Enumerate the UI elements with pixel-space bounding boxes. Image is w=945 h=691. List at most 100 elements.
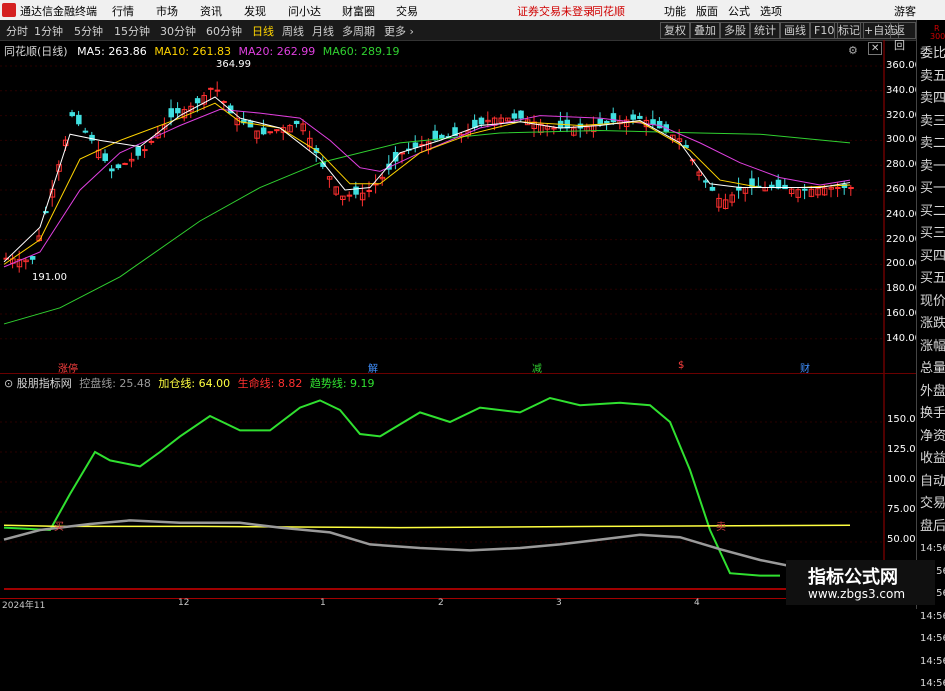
period-30min[interactable]: 30分钟 <box>160 23 196 39</box>
period-monthly[interactable]: 月线 <box>312 23 334 39</box>
side-panel-item[interactable]: 涨幅 <box>920 339 945 354</box>
side-panel-item[interactable]: 买二 <box>920 204 945 219</box>
tool-adjust[interactable]: 复权 <box>660 22 690 39</box>
menu-wealth[interactable]: 财富圈 <box>342 3 375 19</box>
ma5-legend: MA5: 263.86 <box>77 45 147 58</box>
life-line-name: 生命线 <box>237 377 271 390</box>
menu-discover[interactable]: 发现 <box>244 3 266 19</box>
ma20-name: MA20 <box>238 45 270 58</box>
candle-body <box>168 108 174 118</box>
menu-function[interactable]: 功能 <box>664 3 686 19</box>
menu-market[interactable]: 市场 <box>156 3 178 19</box>
menu-news[interactable]: 资讯 <box>200 3 222 19</box>
side-panel-item[interactable]: 交易 <box>920 496 945 511</box>
sell-marker: 卖 <box>716 522 726 533</box>
side-panel-item[interactable]: 14:56 <box>920 654 945 669</box>
side-panel-item[interactable]: 买四 <box>920 249 945 264</box>
indicator-chart[interactable]: ⊙ 股朋指标网 控盘线: 25.48 加仓线: 64.00 生命线: 8.82 … <box>0 373 922 599</box>
menu-ask[interactable]: 问小达 <box>288 3 321 19</box>
period-15min[interactable]: 15分钟 <box>114 23 150 39</box>
watermark: 指标公式网 www.zbgs3.com <box>786 560 935 605</box>
kline-svg <box>0 40 885 373</box>
side-panel-item[interactable]: 14:56 <box>920 676 945 691</box>
side-panel-item[interactable]: 卖四 <box>920 91 945 106</box>
settings-gear-icon[interactable]: ⚙ <box>848 44 858 57</box>
period-multi[interactable]: 多周期 <box>342 23 375 39</box>
side-panel-item[interactable]: 14:56 <box>920 609 945 624</box>
candle-body <box>709 186 716 191</box>
user-guest[interactable]: 游客 <box>894 3 916 19</box>
tool-statistics[interactable]: 统计 <box>750 22 780 39</box>
candle-body <box>775 179 782 189</box>
menu-formula[interactable]: 公式 <box>728 3 750 19</box>
candle-body <box>610 113 617 123</box>
side-panel-item[interactable]: 净资 <box>920 429 945 444</box>
side-panel-item[interactable]: 收益 <box>920 451 945 466</box>
side-panel-item[interactable]: 自动 <box>920 474 945 489</box>
close-icon[interactable]: ✕ <box>868 42 883 55</box>
side-panel-item[interactable]: 现价 <box>920 294 945 309</box>
ma10-legend: MA10: 261.83 <box>154 45 232 58</box>
app-name: 通达信金融终端 <box>20 5 97 18</box>
side-panel-item[interactable]: 买五 <box>920 271 945 286</box>
indicator-toggle-icon[interactable]: ⊙ <box>4 377 13 390</box>
side-panel-item[interactable]: 14:56 <box>920 631 945 646</box>
menu-layout[interactable]: 版面 <box>696 3 718 19</box>
title-bar: 通达信金融终端 行情 市场 资讯 发现 问小达 财富圈 交易 证券交易未登录 同… <box>0 0 945 20</box>
kline-chart[interactable]: 同花顺(日线) MA5: 263.86 MA10: 261.83 MA20: 2… <box>0 40 921 375</box>
life-line-legend: 生命线: 8.82 <box>237 377 303 390</box>
candle-body <box>511 113 518 119</box>
side-panel-item[interactable]: 委比 <box>920 46 945 61</box>
time-tick: 4 <box>694 598 700 608</box>
period-more[interactable]: 更多 › <box>384 23 414 39</box>
menu-trade[interactable]: 交易 <box>396 3 418 19</box>
tool-draw[interactable]: 画线 <box>780 22 810 39</box>
period-weekly[interactable]: 周线 <box>282 23 304 39</box>
tool-overlay[interactable]: 叠加 <box>690 22 720 39</box>
period-5min[interactable]: 5分钟 <box>74 23 103 39</box>
candle-body <box>148 140 155 143</box>
time-tick: 2024年11 <box>2 601 46 611</box>
add-line-legend: 加仓线: 64.00 <box>158 377 231 390</box>
tool-back[interactable]: 返回 <box>890 22 916 52</box>
indicator-name[interactable]: 股朋指标网 <box>17 377 72 390</box>
menu-options[interactable]: 选项 <box>760 3 782 19</box>
ma20-value: 262.99 <box>276 45 316 58</box>
side-panel-item[interactable]: 总量 <box>920 361 945 376</box>
tool-multi-stock[interactable]: 多股 <box>720 22 750 39</box>
side-panel-item[interactable]: 换手 <box>920 406 945 421</box>
side-panel-item[interactable]: 外盘 <box>920 384 945 399</box>
side-panel-item[interactable]: 涨跌 <box>920 316 945 331</box>
side-panel-item[interactable]: 卖三 <box>920 114 945 129</box>
control-line-name: 控盘线 <box>79 377 113 390</box>
side-panel-item[interactable]: 买三 <box>920 226 945 241</box>
side-panel-item[interactable]: 盘后 <box>920 519 945 534</box>
period-toolbar: 分时 1分钟 5分钟 15分钟 30分钟 60分钟 日线 周线 月线 多周期 更… <box>0 20 916 52</box>
period-60min[interactable]: 60分钟 <box>206 23 242 39</box>
candle-body <box>848 187 854 190</box>
side-panel-item[interactable]: 卖二 <box>920 136 945 151</box>
control-line-legend: 控盘线: 25.48 <box>79 377 151 390</box>
brand-label: 同花顺 <box>592 5 625 18</box>
trend-line-value: 9.19 <box>350 377 375 390</box>
period-timeshare[interactable]: 分时 <box>6 23 28 39</box>
period-daily[interactable]: 日线 <box>252 23 274 39</box>
candle-body <box>267 131 273 134</box>
trade-login-status[interactable]: 证券交易未登录 <box>517 3 594 19</box>
menu-quotes[interactable]: 行情 <box>112 3 134 19</box>
side-panel-item[interactable]: 卖五 <box>920 69 945 84</box>
ma60-name: MA60 <box>322 45 354 58</box>
ma60-value: 289.19 <box>360 45 400 58</box>
candle-body <box>142 149 148 152</box>
side-panel-item[interactable]: 卖一 <box>920 159 945 174</box>
candle-body <box>835 187 841 190</box>
candle-body <box>135 146 141 156</box>
side-panel-item[interactable]: 买一 <box>920 181 945 196</box>
event-dividend[interactable]: $ <box>678 360 684 371</box>
candle-body <box>29 256 36 260</box>
candle-body <box>637 115 643 119</box>
ma10-value: 261.83 <box>192 45 232 58</box>
period-1min[interactable]: 1分钟 <box>34 23 63 39</box>
candle-body <box>432 130 438 141</box>
side-panel-item[interactable]: 14:56 <box>920 541 945 556</box>
